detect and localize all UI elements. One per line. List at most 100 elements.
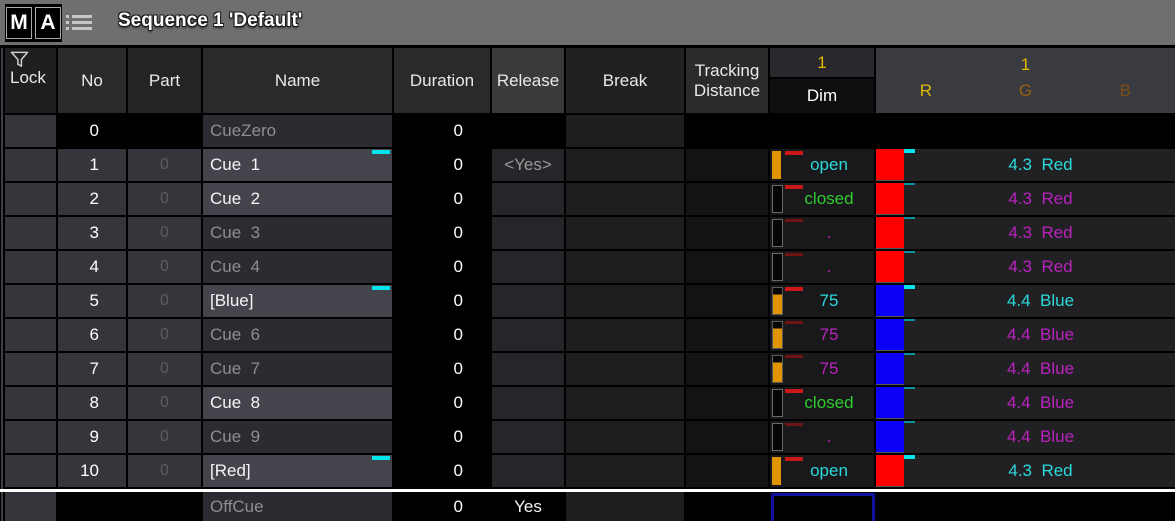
release-cell[interactable] [492,353,564,385]
break-cell[interactable] [566,353,684,385]
no-cell[interactable]: 3 [58,217,126,249]
name-cell[interactable]: Cue 6 [203,319,392,351]
break-cell[interactable] [566,285,684,317]
tracking-cell[interactable] [686,353,768,385]
no-cell[interactable]: 9 [58,421,126,453]
rgb-cell[interactable]: 4.4 Blue [876,285,1175,317]
lock-cell[interactable] [5,492,56,521]
dim-cell-selected[interactable] [770,492,874,521]
release-cell[interactable] [492,387,564,419]
name-cell[interactable]: OffCue [203,492,392,521]
break-cell[interactable] [566,319,684,351]
tracking-cell[interactable] [686,387,768,419]
rgb-cell[interactable]: 4.4 Blue [876,421,1175,453]
lock-cell[interactable] [5,285,56,317]
rgb-cell[interactable] [876,115,1175,147]
tracking-cell[interactable] [686,319,768,351]
dim-cell[interactable]: open [770,149,874,181]
name-cell[interactable]: Cue 9 [203,421,392,453]
column-header-duration[interactable]: Duration [394,48,490,113]
lock-cell[interactable] [5,149,56,181]
tracking-cell[interactable] [686,217,768,249]
part-cell[interactable] [128,115,201,147]
part-cell[interactable]: 0 [128,149,201,181]
rgb-cell[interactable]: 4.3 Red [876,251,1175,283]
tracking-cell[interactable] [686,115,768,147]
dim-fixture-number[interactable]: 1 [770,48,874,77]
column-header-rgb-group[interactable]: 1 R G B [876,48,1175,113]
no-cell[interactable]: 2 [58,183,126,215]
duration-cell[interactable]: 0 [394,353,490,385]
column-header-name[interactable]: Name [203,48,392,113]
duration-cell[interactable]: 0 [394,217,490,249]
lock-cell[interactable] [5,387,56,419]
column-header-lock[interactable]: Lock [5,48,56,113]
break-cell[interactable] [566,183,684,215]
duration-cell[interactable]: 0 [394,183,490,215]
no-cell[interactable]: 8 [58,387,126,419]
dim-cell[interactable]: . [770,251,874,283]
dim-cell[interactable]: closed [770,183,874,215]
break-cell[interactable] [566,115,684,147]
part-cell[interactable]: 0 [128,285,201,317]
column-header-tracking-distance[interactable]: Tracking Distance [686,48,768,113]
duration-cell[interactable]: 0 [394,115,490,147]
rgb-cell[interactable] [876,492,1175,521]
dim-cell[interactable] [770,115,874,147]
release-cell[interactable]: <Yes> [492,149,564,181]
column-header-dim[interactable]: Dim [770,79,874,113]
lock-cell[interactable] [5,217,56,249]
title-bar[interactable]: M A Sequence 1 'Default' [0,0,1175,45]
break-cell[interactable] [566,455,684,487]
part-cell[interactable]: 0 [128,183,201,215]
lock-cell[interactable] [5,115,56,147]
part-cell[interactable]: 0 [128,455,201,487]
no-cell[interactable]: 10 [58,455,126,487]
break-cell[interactable] [566,421,684,453]
dim-cell[interactable]: . [770,421,874,453]
tracking-cell[interactable] [686,285,768,317]
rgb-cell[interactable]: 4.3 Red [876,455,1175,487]
name-cell[interactable]: Cue 1 [203,149,392,181]
break-cell[interactable] [566,217,684,249]
break-cell[interactable] [566,251,684,283]
tracking-cell[interactable] [686,455,768,487]
name-cell[interactable]: Cue 2 [203,183,392,215]
part-cell[interactable]: 0 [128,251,201,283]
lock-cell[interactable] [5,353,56,385]
lock-cell[interactable] [5,421,56,453]
part-cell[interactable]: 0 [128,353,201,385]
column-header-part[interactable]: Part [128,48,201,113]
tracking-cell[interactable] [686,149,768,181]
duration-cell[interactable]: 0 [394,251,490,283]
release-cell[interactable] [492,183,564,215]
lock-cell[interactable] [5,183,56,215]
duration-cell[interactable]: 0 [394,285,490,317]
duration-cell[interactable]: 0 [394,421,490,453]
name-cell[interactable]: Cue 3 [203,217,392,249]
duration-cell[interactable]: 0 [394,319,490,351]
dim-cell[interactable]: closed [770,387,874,419]
dim-cell[interactable]: 75 [770,353,874,385]
lock-cell[interactable] [5,251,56,283]
release-cell[interactable]: Yes [492,492,564,521]
tracking-cell[interactable] [686,421,768,453]
release-cell[interactable] [492,251,564,283]
window-menu-icon[interactable] [66,14,92,32]
part-cell[interactable] [128,492,201,521]
release-cell[interactable] [492,217,564,249]
rgb-cell[interactable]: 4.3 Red [876,149,1175,181]
no-cell[interactable]: 5 [58,285,126,317]
duration-cell[interactable]: 0 [394,149,490,181]
part-cell[interactable]: 0 [128,421,201,453]
break-cell[interactable] [566,492,684,521]
no-cell[interactable]: 6 [58,319,126,351]
dim-cell[interactable]: 75 [770,319,874,351]
lock-cell[interactable] [5,455,56,487]
column-header-no[interactable]: No [58,48,126,113]
tracking-cell[interactable] [686,492,768,521]
name-cell[interactable]: CueZero [203,115,392,147]
break-cell[interactable] [566,149,684,181]
tracking-cell[interactable] [686,183,768,215]
release-cell[interactable] [492,319,564,351]
